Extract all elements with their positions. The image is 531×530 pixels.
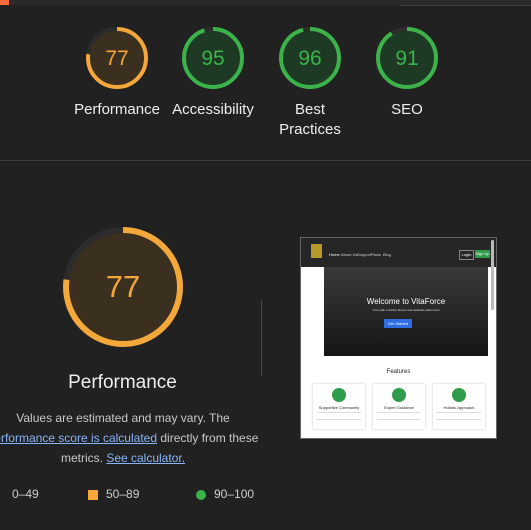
hero-button: Get Started xyxy=(384,319,412,328)
score-calculation-link[interactable]: performance score is calculated xyxy=(0,431,157,445)
community-icon xyxy=(332,388,346,402)
signup-button: Sign Up xyxy=(475,250,490,258)
nav-link: Support xyxy=(357,252,372,257)
gauge-score: 96 xyxy=(298,47,321,70)
feature-text xyxy=(437,412,481,420)
gauge-score: 95 xyxy=(201,47,224,70)
circle-icon xyxy=(196,489,206,500)
gauge-label: SEO xyxy=(391,101,423,118)
calculator-link[interactable]: See calculator. xyxy=(106,451,185,465)
category-gauges: 77 Performance 95 Accessibility 96 Best … xyxy=(0,0,531,160)
gauge-score: 91 xyxy=(395,47,418,70)
legend-range: 90–100 xyxy=(214,487,255,501)
note-text-2: directly from these xyxy=(160,431,259,445)
site-logo xyxy=(311,244,322,258)
vertical-separator xyxy=(261,300,262,376)
legend-range: 0–49 xyxy=(12,487,39,501)
nav-link: About Us xyxy=(341,252,358,257)
gauge-ring: 95 xyxy=(182,27,244,89)
legend-pass: 90–100 xyxy=(196,486,254,502)
gauge-best-practices[interactable]: 96 Best Practices xyxy=(260,25,360,140)
feature-title: Expert Guidance xyxy=(384,405,414,410)
gauge-seo[interactable]: 91 SEO xyxy=(357,25,457,120)
legend-range: 50–89 xyxy=(106,487,140,501)
main-gauge-score: 77 xyxy=(106,269,140,304)
hero-subtitle: Your path to better fitness and wellness… xyxy=(372,308,440,312)
legend-fail: 0–49 xyxy=(12,486,39,502)
nav-link: Plans xyxy=(371,252,382,257)
gauge-ring: 91 xyxy=(376,27,438,89)
thumbnail-scrollbar xyxy=(491,240,494,310)
gauge-score: 77 xyxy=(105,47,128,70)
gauge-accessibility[interactable]: 95 Accessibility xyxy=(163,25,263,120)
login-button: Login xyxy=(459,250,474,260)
note-text-1: Values are estimated and may vary. The xyxy=(16,411,230,425)
gauge-ring: 96 xyxy=(279,27,341,89)
feature-title: Holistic Approach xyxy=(443,405,475,410)
feature-card: Expert Guidance xyxy=(373,384,425,429)
page-screenshot-thumbnail[interactable]: Home About Us Support Plans Blog Login S… xyxy=(300,237,497,439)
feature-title: Supportive Community xyxy=(318,405,360,410)
main-gauge-ring: 77 xyxy=(63,227,183,347)
note-text-3: metrics. xyxy=(60,451,103,465)
square-icon xyxy=(88,489,98,500)
feature-card: Holistic Approach xyxy=(433,384,485,429)
hero-section: Welcome to VitaForce Your path to better… xyxy=(324,267,488,356)
performance-title: Performance xyxy=(68,372,177,393)
performance-main-gauge: 77 xyxy=(61,225,185,354)
feature-text xyxy=(377,412,421,420)
site-navbar: Home About Us Support Plans Blog Login S… xyxy=(301,238,496,267)
legend-average: 50–89 xyxy=(88,486,139,502)
section-divider xyxy=(0,160,531,161)
feature-card: Supportive Community xyxy=(313,384,365,429)
feature-text xyxy=(317,412,361,420)
gauge-label: Performance xyxy=(74,101,160,118)
heart-icon xyxy=(452,388,466,402)
hero-title: Welcome to VitaForce xyxy=(366,297,446,306)
nav-link: Blog xyxy=(383,252,392,257)
star-icon xyxy=(392,388,406,402)
features-title: Features xyxy=(386,369,411,375)
gauge-ring: 77 xyxy=(86,27,148,89)
gauge-performance[interactable]: 77 Performance xyxy=(67,25,167,120)
gauge-label: Best Practices xyxy=(279,101,341,138)
estimate-note: Values are estimated and may vary. The p… xyxy=(0,408,286,468)
gauge-label: Accessibility xyxy=(172,101,254,118)
nav-link: Home xyxy=(329,252,340,257)
